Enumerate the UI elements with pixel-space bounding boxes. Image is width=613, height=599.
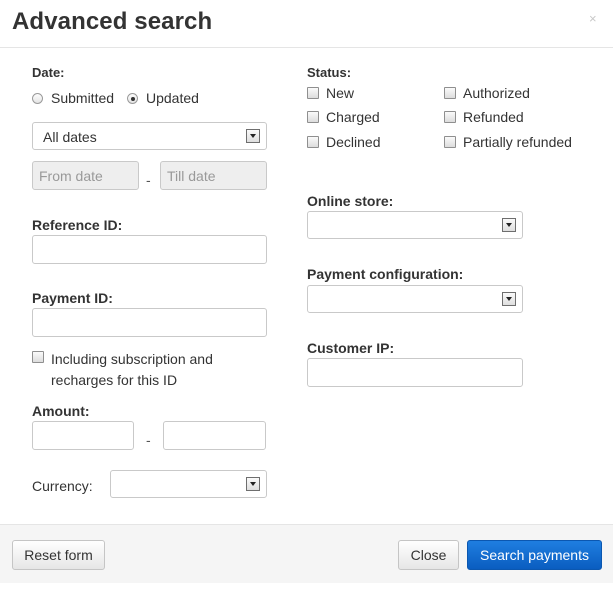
amount-min-input[interactable] <box>32 421 134 450</box>
radio-updated-label[interactable]: Updated <box>146 90 199 106</box>
amount-label: Amount: <box>32 403 90 419</box>
include-subscription-line2: recharges for this ID <box>51 372 178 388</box>
reference-id-label: Reference ID: <box>32 217 123 233</box>
chevron-down-icon <box>502 292 516 306</box>
status-authorized-label[interactable]: Authorized <box>463 85 530 101</box>
include-subscription-checkbox[interactable] <box>32 351 44 363</box>
currency-label: Currency: <box>32 478 93 494</box>
search-payments-button[interactable]: Search payments <box>467 540 602 570</box>
radio-updated[interactable] <box>127 93 138 104</box>
date-range-select[interactable]: All dates <box>32 122 267 150</box>
modal-title: Advanced search <box>12 8 213 35</box>
customer-ip-input[interactable] <box>307 358 523 387</box>
reference-id-input[interactable] <box>32 235 267 264</box>
status-new-label[interactable]: New <box>326 85 354 101</box>
status-partially-refunded-checkbox[interactable] <box>444 136 456 148</box>
status-partially-refunded-label[interactable]: Partially refunded <box>463 134 572 150</box>
status-charged-label[interactable]: Charged <box>326 109 380 125</box>
reset-form-button[interactable]: Reset form <box>12 540 105 570</box>
chevron-down-icon <box>246 477 260 491</box>
online-store-select[interactable] <box>307 211 523 239</box>
from-date-placeholder: From date <box>39 168 103 184</box>
payment-configuration-select[interactable] <box>307 285 523 313</box>
radio-submitted-label[interactable]: Submitted <box>51 90 114 106</box>
advanced-search-modal: Advanced search × Date: Submitted Update… <box>0 0 613 599</box>
close-icon[interactable]: × <box>589 11 597 26</box>
payment-id-input[interactable] <box>32 308 267 337</box>
date-range-value: All dates <box>43 129 97 145</box>
status-declined-checkbox[interactable] <box>307 136 319 148</box>
from-date-input[interactable]: From date <box>32 161 139 190</box>
close-button[interactable]: Close <box>398 540 459 570</box>
status-refunded-checkbox[interactable] <box>444 111 456 123</box>
customer-ip-label: Customer IP: <box>307 340 395 356</box>
date-label: Date: <box>32 65 65 80</box>
payment-configuration-label: Payment configuration: <box>307 266 464 282</box>
include-subscription-label[interactable]: Including subscription and recharges for… <box>51 349 213 391</box>
payment-id-label: Payment ID: <box>32 290 113 306</box>
status-new-checkbox[interactable] <box>307 87 319 99</box>
status-label: Status: <box>307 65 352 80</box>
amount-max-input[interactable] <box>163 421 266 450</box>
status-authorized-checkbox[interactable] <box>444 87 456 99</box>
radio-submitted[interactable] <box>32 93 43 104</box>
include-subscription-line1: Including subscription and <box>51 351 213 367</box>
till-date-placeholder: Till date <box>167 168 216 184</box>
chevron-down-icon <box>246 129 260 143</box>
status-refunded-label[interactable]: Refunded <box>463 109 524 125</box>
modal-header: Advanced search × <box>0 0 613 48</box>
currency-select[interactable] <box>110 470 267 498</box>
till-date-input[interactable]: Till date <box>160 161 267 190</box>
modal-footer: Reset form Close Search payments <box>0 524 613 583</box>
online-store-label: Online store: <box>307 193 394 209</box>
date-range-separator: - <box>146 172 151 188</box>
status-declined-label[interactable]: Declined <box>326 134 380 150</box>
amount-separator: - <box>146 432 151 448</box>
status-charged-checkbox[interactable] <box>307 111 319 123</box>
chevron-down-icon <box>502 218 516 232</box>
